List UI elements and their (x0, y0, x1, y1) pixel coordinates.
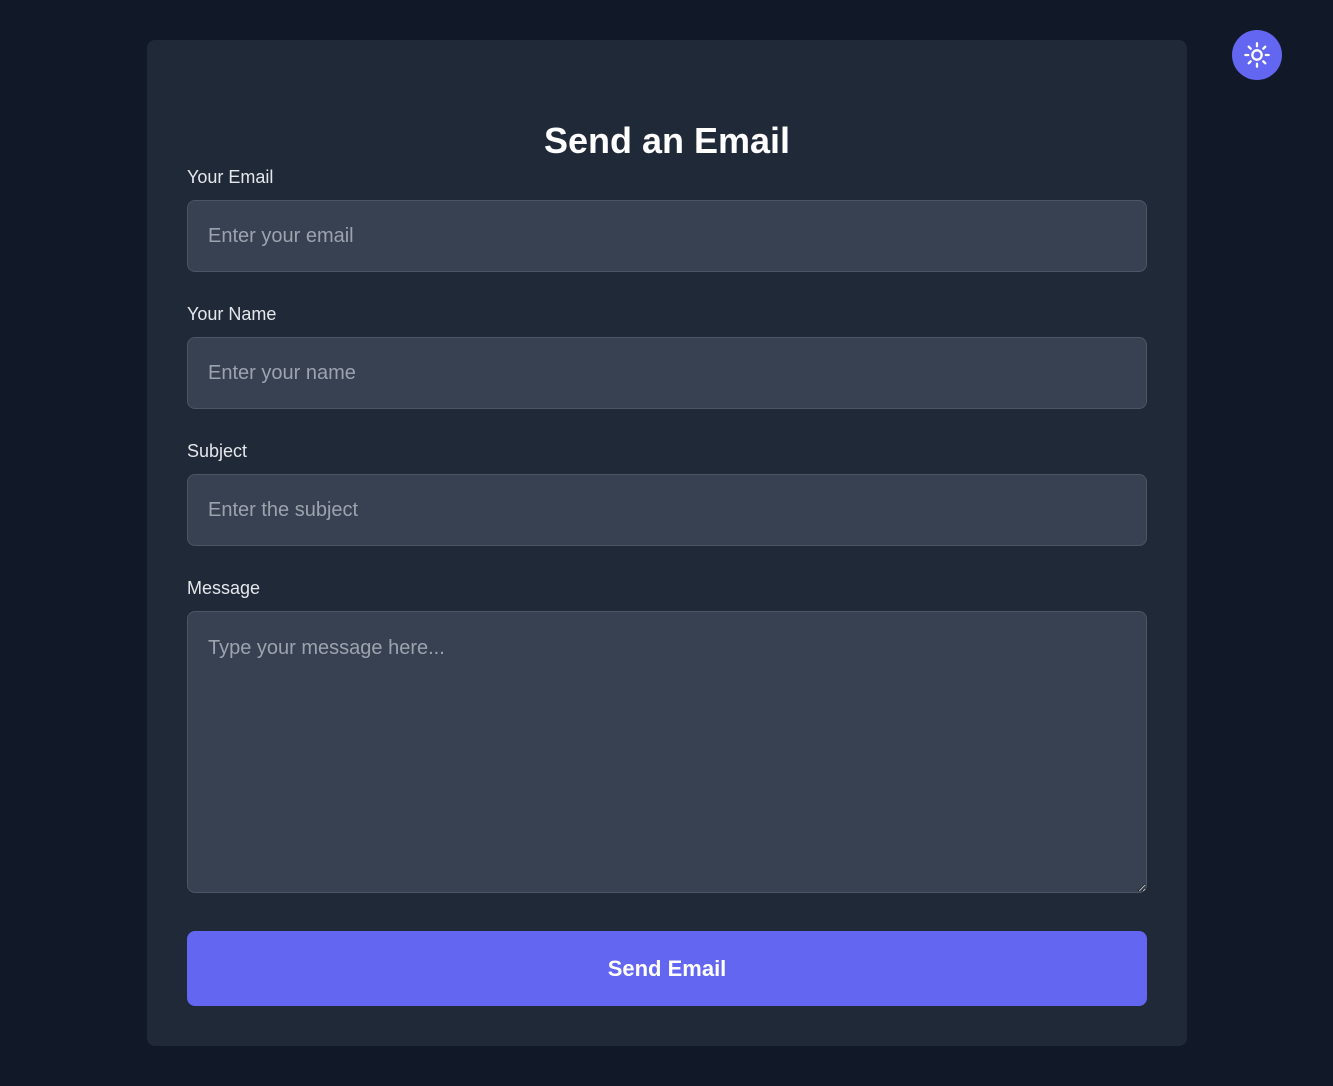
name-input[interactable] (187, 337, 1147, 409)
sun-icon (1244, 42, 1270, 68)
email-input[interactable] (187, 200, 1147, 272)
subject-label: Subject (187, 441, 248, 461)
send-email-button[interactable]: Send Email (187, 931, 1147, 1006)
name-label: Your Name (187, 304, 277, 324)
theme-toggle-button[interactable] (1232, 30, 1282, 80)
message-textarea[interactable] (187, 611, 1147, 893)
subject-input[interactable] (187, 474, 1147, 546)
message-label: Message (187, 578, 261, 598)
form-title: Send an Email (543, 120, 791, 161)
email-label: Your Email (187, 167, 274, 187)
email-form-card: Send an Email Your Email Your Name Subje… (147, 40, 1187, 1046)
